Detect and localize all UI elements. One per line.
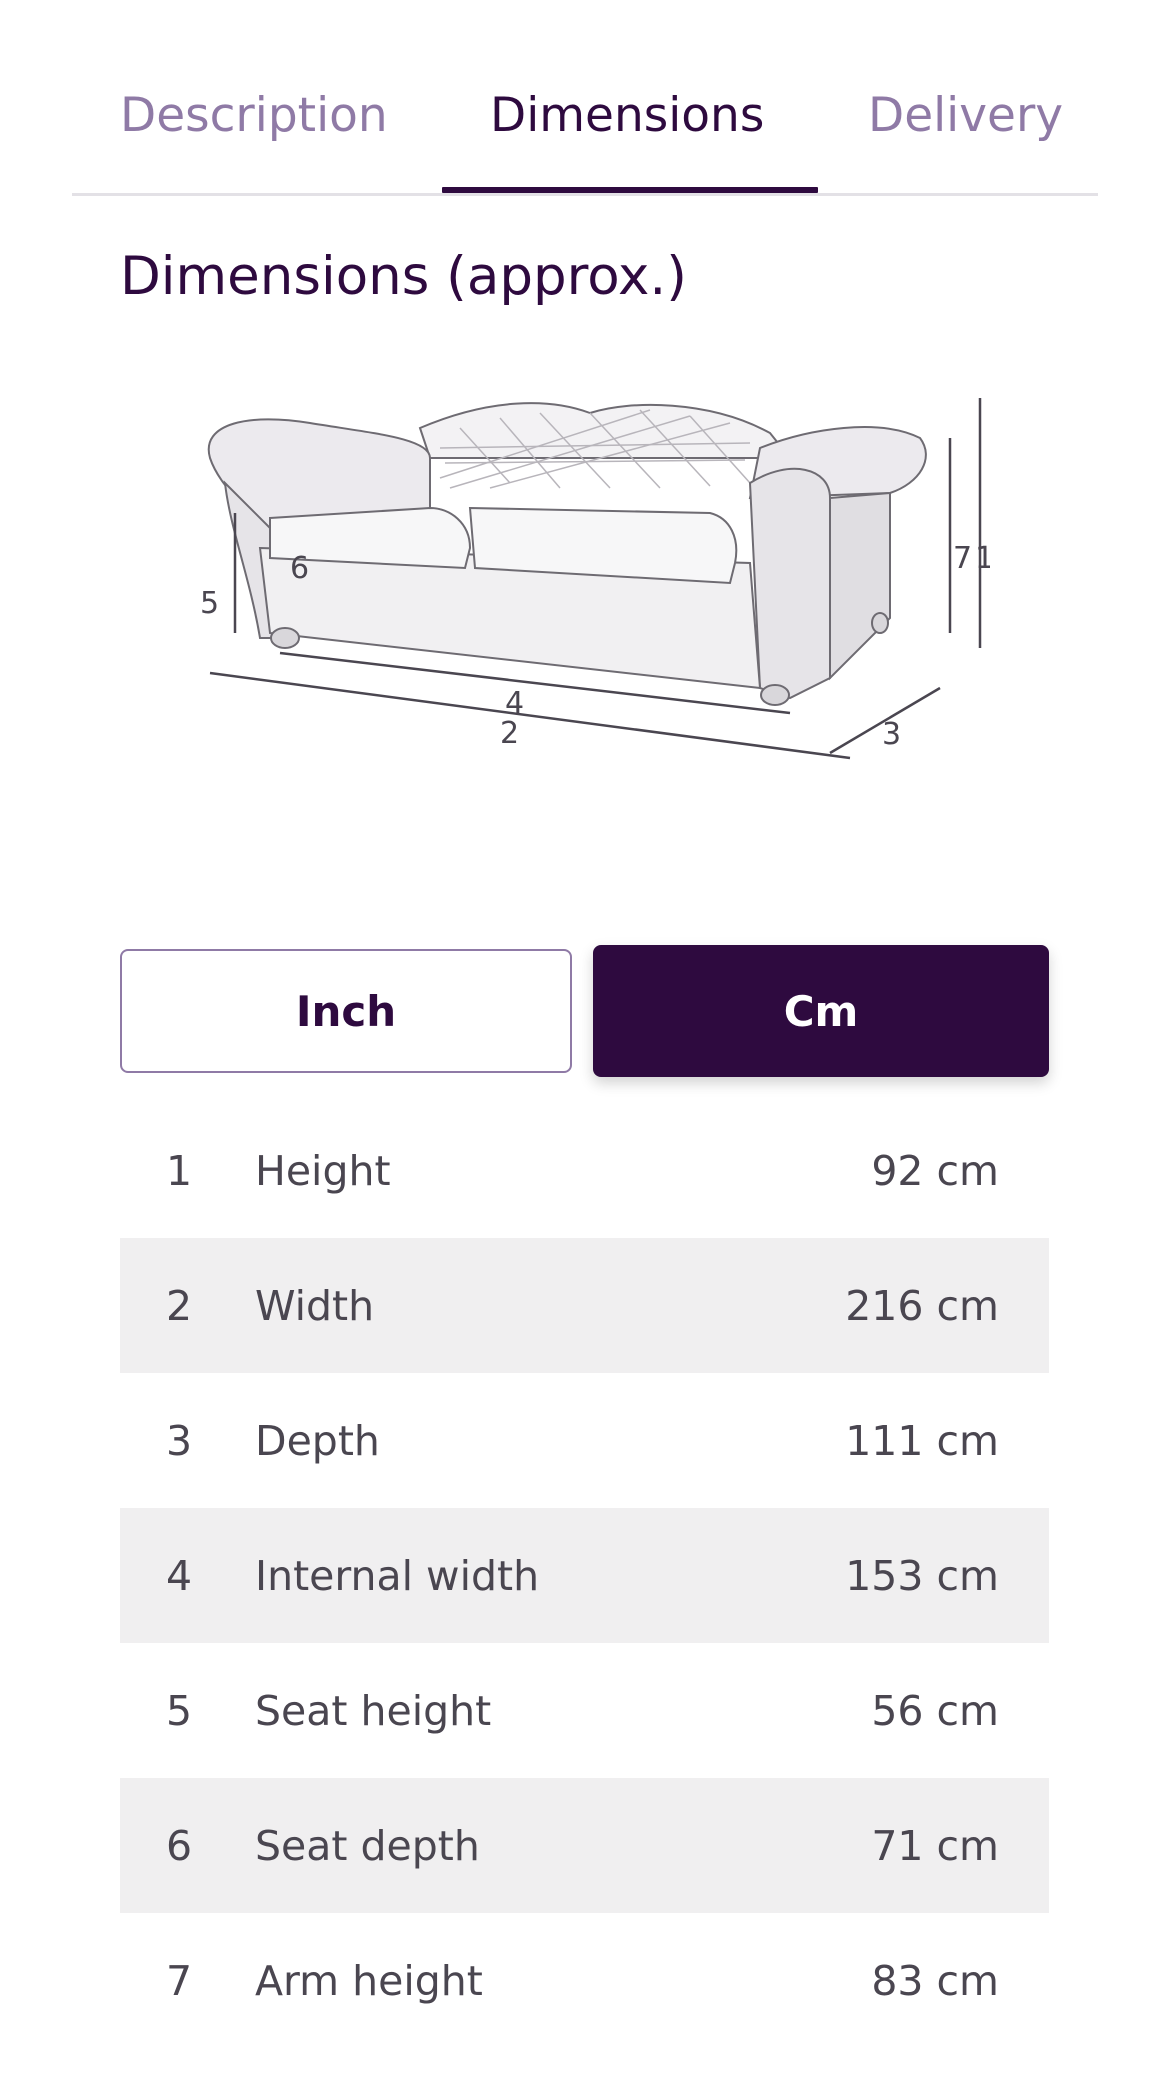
sofa-icon: 2 4 3 5 6 7 1 — [200, 398, 994, 760]
row-number: 2 — [166, 1281, 193, 1330]
tab-dimensions[interactable]: Dimensions — [490, 88, 764, 143]
row-number: 5 — [166, 1686, 193, 1735]
row-label: Arm height — [255, 1956, 483, 2005]
diagram-marker-5: 5 — [200, 586, 219, 621]
row-label: Height — [255, 1146, 391, 1195]
row-label: Seat depth — [255, 1821, 480, 1870]
row-value: 83 cm — [871, 1956, 999, 2005]
tab-bar: Description Dimensions Delivery — [72, 0, 1098, 196]
sofa-dimensions-illustration: 2 4 3 5 6 7 1 — [190, 388, 994, 808]
row-number: 1 — [166, 1146, 193, 1195]
diagram-marker-6: 6 — [290, 551, 309, 586]
row-value: 56 cm — [871, 1686, 999, 1735]
unit-cm-button[interactable]: Cm — [593, 945, 1049, 1077]
table-row: 1 Height 92 cm — [120, 1103, 1049, 1238]
row-value: 71 cm — [871, 1821, 999, 1870]
tab-divider — [72, 193, 1098, 196]
row-value: 216 cm — [845, 1281, 999, 1330]
diagram-marker-1: 1 — [975, 541, 990, 576]
row-value: 153 cm — [845, 1551, 999, 1600]
table-row: 5 Seat height 56 cm — [120, 1643, 1049, 1778]
row-value: 92 cm — [871, 1146, 999, 1195]
table-row: 3 Depth 111 cm — [120, 1373, 1049, 1508]
unit-inch-button[interactable]: Inch — [120, 949, 572, 1073]
diagram-marker-3: 3 — [882, 717, 901, 752]
row-label: Depth — [255, 1416, 380, 1465]
row-number: 7 — [166, 1956, 193, 2005]
table-row: 2 Width 216 cm — [120, 1238, 1049, 1373]
table-row: 7 Arm height 83 cm — [120, 1913, 1049, 2048]
tab-description[interactable]: Description — [120, 88, 388, 143]
row-label: Internal width — [255, 1551, 540, 1600]
row-number: 3 — [166, 1416, 193, 1465]
diagram-marker-2: 2 — [500, 716, 519, 751]
row-label: Seat height — [255, 1686, 492, 1735]
tab-delivery[interactable]: Delivery — [868, 88, 1063, 143]
diagram-marker-7: 7 — [953, 541, 972, 576]
diagram-marker-4: 4 — [505, 686, 524, 721]
dimensions-table: 1 Height 92 cm 2 Width 216 cm 3 Depth 11… — [120, 1103, 1049, 2048]
row-number: 6 — [166, 1821, 193, 1870]
active-tab-indicator — [442, 187, 818, 193]
section-title: Dimensions (approx.) — [120, 246, 687, 307]
row-label: Width — [255, 1281, 375, 1330]
table-row: 6 Seat depth 71 cm — [120, 1778, 1049, 1913]
row-value: 111 cm — [845, 1416, 999, 1465]
row-number: 4 — [166, 1551, 193, 1600]
table-row: 4 Internal width 153 cm — [120, 1508, 1049, 1643]
